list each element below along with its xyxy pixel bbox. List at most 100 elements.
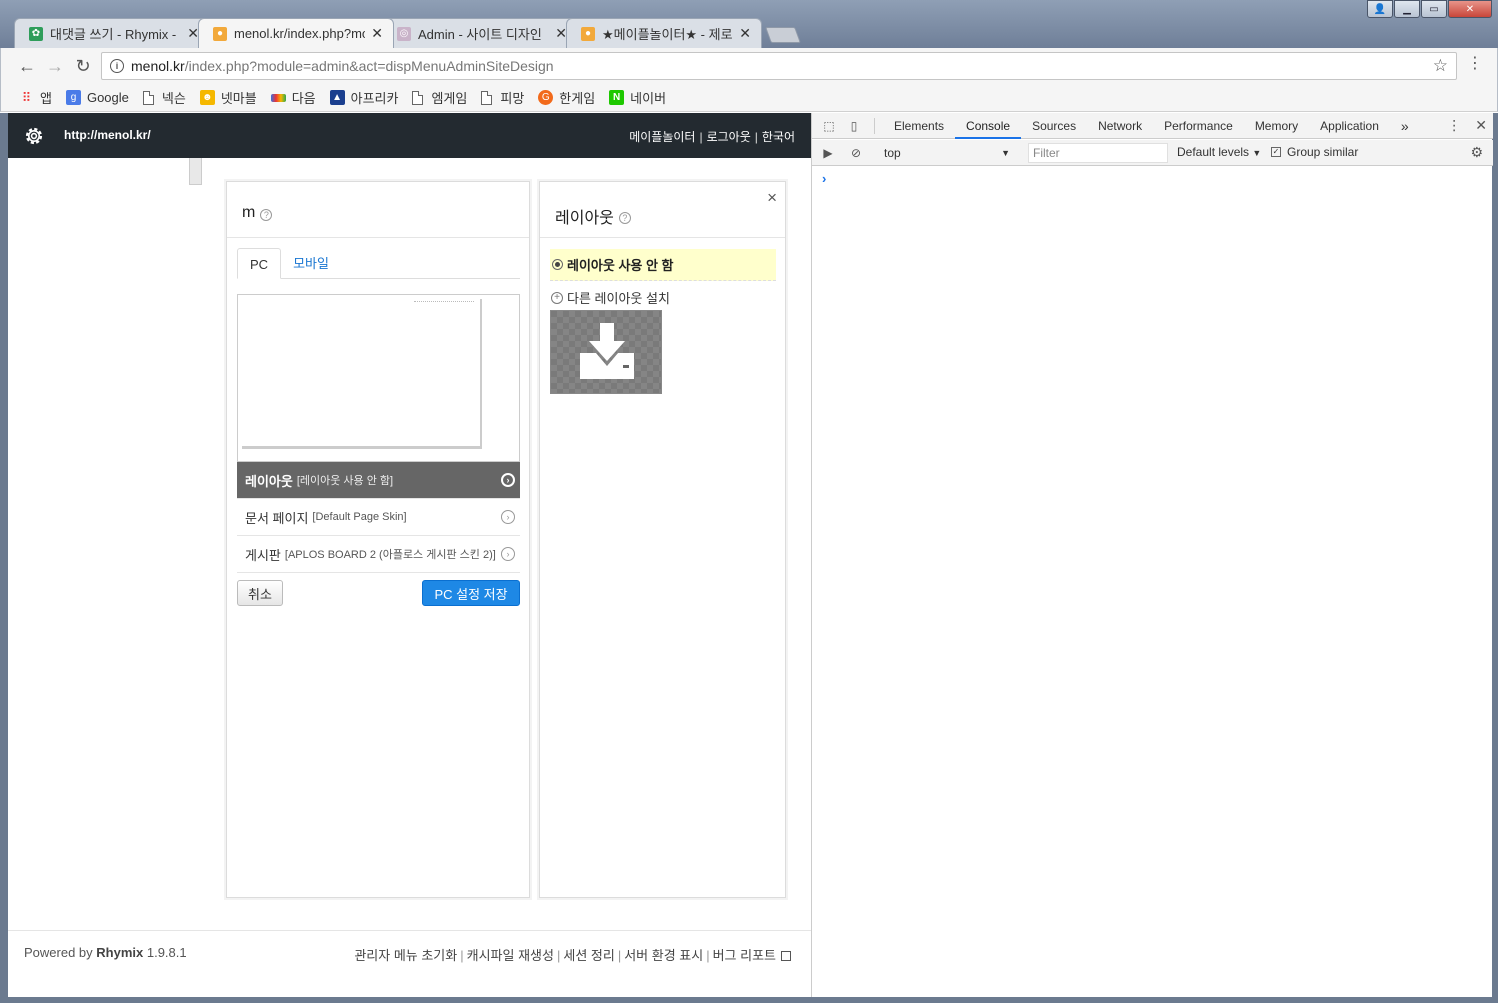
group-similar-toggle[interactable]: ✓ Group similar bbox=[1271, 145, 1358, 159]
install-other-layout[interactable]: + 다른 레이아웃 설치 bbox=[551, 288, 670, 307]
window-frame-bottom bbox=[0, 997, 1498, 1003]
back-icon[interactable]: ← bbox=[15, 54, 39, 78]
tab-memory[interactable]: Memory bbox=[1244, 113, 1309, 139]
checkbox-checked-icon[interactable]: ✓ bbox=[1271, 147, 1281, 157]
preview-frame bbox=[242, 299, 482, 449]
browser-tab[interactable]: ◎ Admin - 사이트 디자인 ✕ bbox=[382, 18, 578, 48]
forward-icon[interactable]: → bbox=[43, 54, 67, 78]
bookmark-hangame[interactable]: G 한게임 bbox=[538, 88, 595, 107]
site-url-link[interactable]: http://menol.kr/ bbox=[64, 128, 151, 142]
reset-admin-menu-link[interactable]: 관리자 메뉴 초기화 bbox=[354, 948, 457, 963]
user-icon[interactable]: 👤 bbox=[1367, 0, 1393, 18]
devtools-tabbar: ⬚ ▯ Elements Console Sources Network Per… bbox=[812, 113, 1493, 139]
console-settings-gear-icon[interactable]: ⚙ bbox=[1470, 144, 1483, 161]
tab-title: ★메이플놀이터★ - 제로 bbox=[602, 27, 733, 42]
daum-icon bbox=[270, 93, 286, 102]
sidebar-toggle-handle[interactable] bbox=[189, 158, 202, 185]
console-prompt[interactable]: › bbox=[822, 171, 826, 186]
cancel-button[interactable]: 취소 bbox=[237, 580, 283, 606]
inspect-element-icon[interactable]: ⬚ bbox=[821, 118, 837, 134]
device-toolbar-icon[interactable]: ▯ bbox=[846, 118, 862, 134]
clear-console-icon[interactable]: ⊘ bbox=[848, 145, 864, 161]
browser-menu-icon[interactable]: ⋮ bbox=[1467, 56, 1483, 72]
tab-performance[interactable]: Performance bbox=[1153, 113, 1244, 139]
close-devtools-icon[interactable]: ✕ bbox=[1475, 117, 1487, 134]
tab-mobile[interactable]: 모바일 bbox=[281, 248, 341, 279]
maximize-button[interactable]: ▭ bbox=[1421, 0, 1447, 18]
console-filter-input[interactable]: Filter bbox=[1028, 143, 1168, 163]
window-frame-left bbox=[0, 113, 8, 1003]
tab-console[interactable]: Console bbox=[955, 113, 1022, 139]
levels-label: Default levels bbox=[1177, 145, 1250, 159]
help-icon[interactable]: ? bbox=[618, 211, 631, 224]
layout-preview bbox=[237, 294, 520, 462]
tab-sources[interactable]: Sources bbox=[1021, 113, 1087, 139]
bookmark-star-icon[interactable]: ☆ bbox=[1433, 56, 1448, 76]
row-layout[interactable]: 레이아웃 [레이아웃 사용 안 함] › bbox=[237, 462, 520, 499]
clear-session-link[interactable]: 세션 정리 bbox=[563, 948, 614, 963]
version-text: 1.9.8.1 bbox=[143, 945, 187, 960]
menu-design-panel: m ? PC 모바일 레이아웃 [레이아웃 사용 안 함] › 문서 페이지 [… bbox=[226, 181, 530, 898]
log-levels-select[interactable]: Default levels ▼ bbox=[1177, 145, 1261, 159]
url-host: menol.kr bbox=[131, 58, 185, 74]
bookmark-netmarble[interactable]: ☻ 넷마블 bbox=[199, 88, 257, 107]
more-tabs-icon[interactable]: » bbox=[1390, 113, 1420, 139]
info-icon[interactable]: i bbox=[110, 59, 124, 73]
help-icon[interactable]: ? bbox=[260, 208, 273, 221]
tab-close-icon[interactable]: ✕ bbox=[371, 25, 383, 42]
bookmark-afreeca[interactable]: ▲ 아프리카 bbox=[329, 88, 398, 107]
bookmark-label: 앱 bbox=[40, 91, 52, 106]
bookmark-naver[interactable]: N 네이버 bbox=[609, 88, 666, 107]
devtools-panel: ⬚ ▯ Elements Console Sources Network Per… bbox=[811, 113, 1493, 997]
regenerate-cache-link[interactable]: 캐시파일 재생성 bbox=[467, 948, 554, 963]
row-board[interactable]: 게시판 [APLOS BOARD 2 (아플로스 게시판 스킨 2)] › bbox=[237, 536, 520, 573]
bookmark-pmang[interactable]: 피망 bbox=[481, 88, 524, 107]
bookmark-nexon[interactable]: 넥슨 bbox=[142, 88, 186, 107]
chevron-right-icon[interactable]: › bbox=[501, 473, 515, 487]
new-tab-button[interactable] bbox=[765, 27, 801, 43]
row-label: 문서 페이지 bbox=[245, 510, 309, 526]
sidebar-toggle-icon[interactable]: ▶ bbox=[820, 145, 836, 161]
context-select[interactable]: top ▼ bbox=[876, 144, 1016, 162]
tab-pc[interactable]: PC bbox=[237, 248, 282, 279]
devtools-menu-icon[interactable]: ⋮ bbox=[1447, 117, 1461, 134]
save-pc-settings-button[interactable]: PC 설정 저장 bbox=[422, 580, 520, 606]
close-window-button[interactable]: ✕ bbox=[1448, 0, 1492, 18]
logout-link[interactable]: 로그아웃 bbox=[707, 130, 751, 144]
close-icon[interactable]: × bbox=[767, 188, 777, 208]
menu-title: m bbox=[242, 204, 256, 221]
google-icon: g bbox=[65, 90, 81, 105]
browser-tab[interactable]: ✿ 대댓글 쓰기 - Rhymix - ✕ bbox=[14, 18, 210, 48]
chevron-right-icon[interactable]: › bbox=[501, 547, 515, 561]
tab-network[interactable]: Network bbox=[1087, 113, 1153, 139]
bookmark-daum[interactable]: 다음 bbox=[270, 88, 316, 107]
browser-tab[interactable]: ● ★메이플놀이터★ - 제로 ✕ bbox=[566, 18, 762, 48]
chevron-right-icon[interactable]: › bbox=[501, 510, 515, 524]
window-frame-right bbox=[1492, 113, 1498, 1003]
bookmark-google[interactable]: g Google bbox=[65, 90, 129, 105]
bookmark-apps[interactable]: ⠿ 앱 bbox=[19, 88, 52, 107]
minimize-button[interactable]: ▁ bbox=[1394, 0, 1420, 18]
tab-close-icon[interactable]: ✕ bbox=[739, 25, 751, 42]
radio-selected-icon[interactable] bbox=[552, 259, 563, 270]
bookmark-label: 넷마블 bbox=[220, 91, 257, 106]
context-value: top bbox=[884, 146, 901, 160]
bug-report-link[interactable]: 버그 리포트 bbox=[713, 948, 776, 963]
bookmark-mgame[interactable]: 엠게임 bbox=[412, 88, 467, 107]
download-thumbnail[interactable] bbox=[550, 310, 662, 394]
layout-option-none[interactable]: 레이아웃 사용 안 함 bbox=[550, 249, 776, 281]
browser-tab-active[interactable]: ● menol.kr/index.php?mod ✕ bbox=[198, 18, 394, 48]
layout-title: 레이아웃 bbox=[555, 210, 614, 227]
rhymix-link[interactable]: Rhymix bbox=[96, 945, 143, 960]
address-bar[interactable]: i menol.kr /index.php?module=admin&act=d… bbox=[101, 52, 1457, 80]
tab-elements[interactable]: Elements bbox=[883, 113, 955, 139]
bookmark-label: 한게임 bbox=[559, 91, 596, 106]
tab-application[interactable]: Application bbox=[1309, 113, 1390, 139]
reload-icon[interactable]: ↻ bbox=[71, 54, 95, 78]
gear-icon[interactable] bbox=[22, 124, 46, 148]
language-link[interactable]: 한국어 bbox=[762, 130, 795, 144]
site-name-link[interactable]: 메이플놀이터 bbox=[629, 130, 695, 144]
row-document-page[interactable]: 문서 페이지 [Default Page Skin] › bbox=[237, 499, 520, 536]
server-env-link[interactable]: 서버 환경 표시 bbox=[624, 948, 703, 963]
apps-grid-icon: ⠿ bbox=[21, 89, 32, 105]
